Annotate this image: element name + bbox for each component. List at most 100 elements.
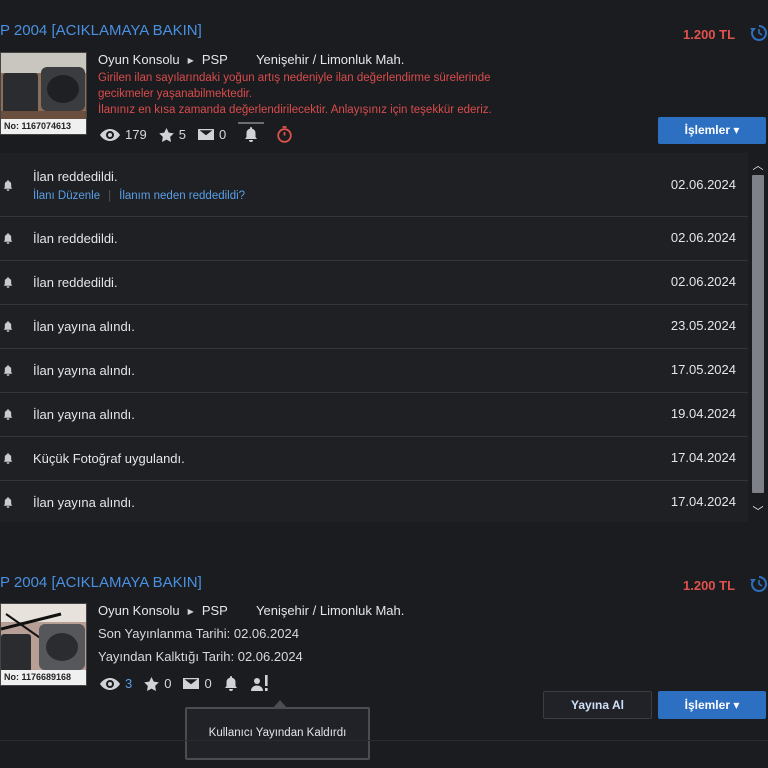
listing2-number: No: 1176689168 <box>1 670 86 685</box>
bell-icon <box>224 676 237 691</box>
messages-stat: 0 <box>183 676 212 691</box>
history-text: İlan yayına alındı. <box>33 407 135 422</box>
bell-icon <box>3 233 13 244</box>
publish-button[interactable]: Yayına Al <box>543 691 652 719</box>
warning-line: Girilen ilan sayılarındaki yoğun artış n… <box>98 72 491 84</box>
notifications-tab[interactable] <box>238 122 265 142</box>
history-links: İlanı Düzenle | İlanım neden reddedildi? <box>33 190 245 202</box>
history-row: İlan yayına alındı. 19.04.2024 <box>0 393 748 437</box>
listing1-location: Yenişehir / Limonluk Mah. <box>256 52 405 67</box>
history-date: 17.04.2024 <box>670 494 736 509</box>
history-panel: İlan reddedildi. İlanı Düzenle | İlanım ne… <box>0 153 748 522</box>
envelope-icon <box>197 129 214 140</box>
star-icon <box>158 127 174 142</box>
user-removed-status[interactable] <box>250 675 270 692</box>
listing2-title[interactable]: P 2004 [ACIKLAMAYA BAKIN] <box>0 574 202 591</box>
stopwatch-icon <box>277 126 292 143</box>
edit-listing-link[interactable]: İlanı Düzenle <box>33 190 100 202</box>
scrollbar-thumb[interactable] <box>752 175 764 493</box>
notifications-tab[interactable] <box>224 676 238 691</box>
category-label: Oyun Konsolu <box>98 52 180 67</box>
history-row: İlan yayına alındı. 17.04.2024 <box>0 481 748 522</box>
bottom-divider <box>0 740 768 741</box>
bell-icon <box>3 365 13 376</box>
history-text: İlan reddedildi. <box>33 169 118 184</box>
bell-icon <box>3 453 13 464</box>
warning-line: İlanınız en kısa zamanda değerlendirilec… <box>98 104 492 116</box>
category-label: Oyun Konsolu <box>98 603 180 618</box>
favorites-count: 0 <box>164 676 172 691</box>
messages-count: 0 <box>204 676 212 691</box>
listing1-thumbnail[interactable]: No: 1167074613 <box>0 52 87 135</box>
bell-icon <box>245 127 258 142</box>
listing2-thumbnail[interactable]: No: 1176689168 <box>0 603 87 686</box>
history-text: İlan reddedildi. <box>33 275 118 290</box>
history-date: 17.05.2024 <box>670 362 736 377</box>
user-alert-icon <box>250 675 268 691</box>
history-date: 17.04.2024 <box>670 450 736 465</box>
caret-right-icon: ▶ <box>187 607 194 616</box>
favorites-stat: 0 <box>144 676 171 691</box>
history-row: İlan reddedildi. 02.06.2024 <box>0 217 748 261</box>
listing2-location: Yenişehir / Limonluk Mah. <box>256 603 405 618</box>
last-published-date: Son Yayınlanma Tarihi: 02.06.2024 <box>98 626 299 641</box>
bell-icon <box>3 277 13 288</box>
bell-icon <box>3 409 13 420</box>
views-stat: 3 <box>100 676 132 691</box>
history-row: İlan yayına alındı. 17.05.2024 <box>0 349 748 393</box>
unpublished-date: Yayından Kalktığı Tarih: 02.06.2024 <box>98 649 303 664</box>
messages-count: 0 <box>218 127 227 142</box>
bell-icon <box>3 321 13 332</box>
eye-icon <box>100 128 120 141</box>
section-divider <box>0 522 768 562</box>
history-row: İlan yayına alındı. 23.05.2024 <box>0 305 748 349</box>
history-date: 19.04.2024 <box>670 406 736 421</box>
subcategory-label: PSP <box>201 52 228 67</box>
history-text: İlan reddedildi. <box>33 231 118 246</box>
timer-button[interactable] <box>276 126 293 143</box>
favorites-stat: 5 <box>158 127 186 142</box>
history-row: Küçük Fotoğraf uygulandı. 17.04.2024 <box>0 437 748 481</box>
history-row: İlan reddedildi. İlanı Düzenle | İlanım ne… <box>0 153 748 217</box>
listing1-category-path: Oyun Konsolu ▶ PSP <box>98 52 228 67</box>
scroll-down-icon[interactable]: ﹀ <box>751 503 765 519</box>
history-text: İlan yayına alındı. <box>33 363 135 378</box>
listing1-price: 1.200 TL <box>683 27 736 42</box>
caret-right-icon: ▶ <box>187 56 194 65</box>
history-text: İlan yayına alındı. <box>33 495 135 510</box>
envelope-icon <box>183 678 200 689</box>
link-divider: | <box>108 190 112 202</box>
subcategory-label: PSP <box>201 603 228 618</box>
favorites-count: 5 <box>178 127 186 142</box>
status-tooltip: Kullanıcı Yayından Kaldırdı <box>185 700 370 760</box>
history-date: 02.06.2024 <box>670 230 736 245</box>
bell-icon <box>3 497 13 508</box>
listing1-actions-button[interactable]: İşlemler ▾ <box>658 117 766 144</box>
views-count: 3 <box>125 676 133 691</box>
history-text: Küçük Fotoğraf uygulandı. <box>33 451 185 466</box>
history-date: 02.06.2024 <box>670 274 736 289</box>
warning-line: gecikmeler yaşanabilmektedir. <box>98 88 253 100</box>
listing2-price: 1.200 TL <box>683 578 736 593</box>
listing1-stats: 179 5 0 <box>100 122 293 143</box>
history-text: İlan yayına alındı. <box>33 319 135 334</box>
eye-icon <box>100 677 120 690</box>
views-count: 179 <box>125 127 147 142</box>
history-row: İlan reddedildi. 02.06.2024 <box>0 261 748 305</box>
history-scrollbar[interactable]: ︿ ﹀ <box>748 153 768 522</box>
views-stat: 179 <box>100 127 147 142</box>
bell-icon <box>3 180 13 191</box>
scroll-up-icon[interactable]: ︿ <box>751 157 765 173</box>
listing1-warning: Girilen ilan sayılarındaki yoğun artış n… <box>98 70 658 118</box>
listing2-actions-button[interactable]: İşlemler ▾ <box>658 691 766 719</box>
messages-stat: 0 <box>197 127 227 142</box>
history-date: 23.05.2024 <box>670 318 736 333</box>
listing1-title[interactable]: P 2004 [ACIKLAMAYA BAKIN] <box>0 22 202 39</box>
history-date: 02.06.2024 <box>670 177 736 192</box>
listing1-number: No: 1167074613 <box>1 119 86 134</box>
listing2-stats: 3 0 0 <box>100 675 270 692</box>
star-icon <box>144 676 160 691</box>
refresh-icon[interactable] <box>749 24 768 47</box>
rejection-reason-link[interactable]: İlanım neden reddedildi? <box>119 190 245 202</box>
refresh-icon[interactable] <box>749 575 768 598</box>
